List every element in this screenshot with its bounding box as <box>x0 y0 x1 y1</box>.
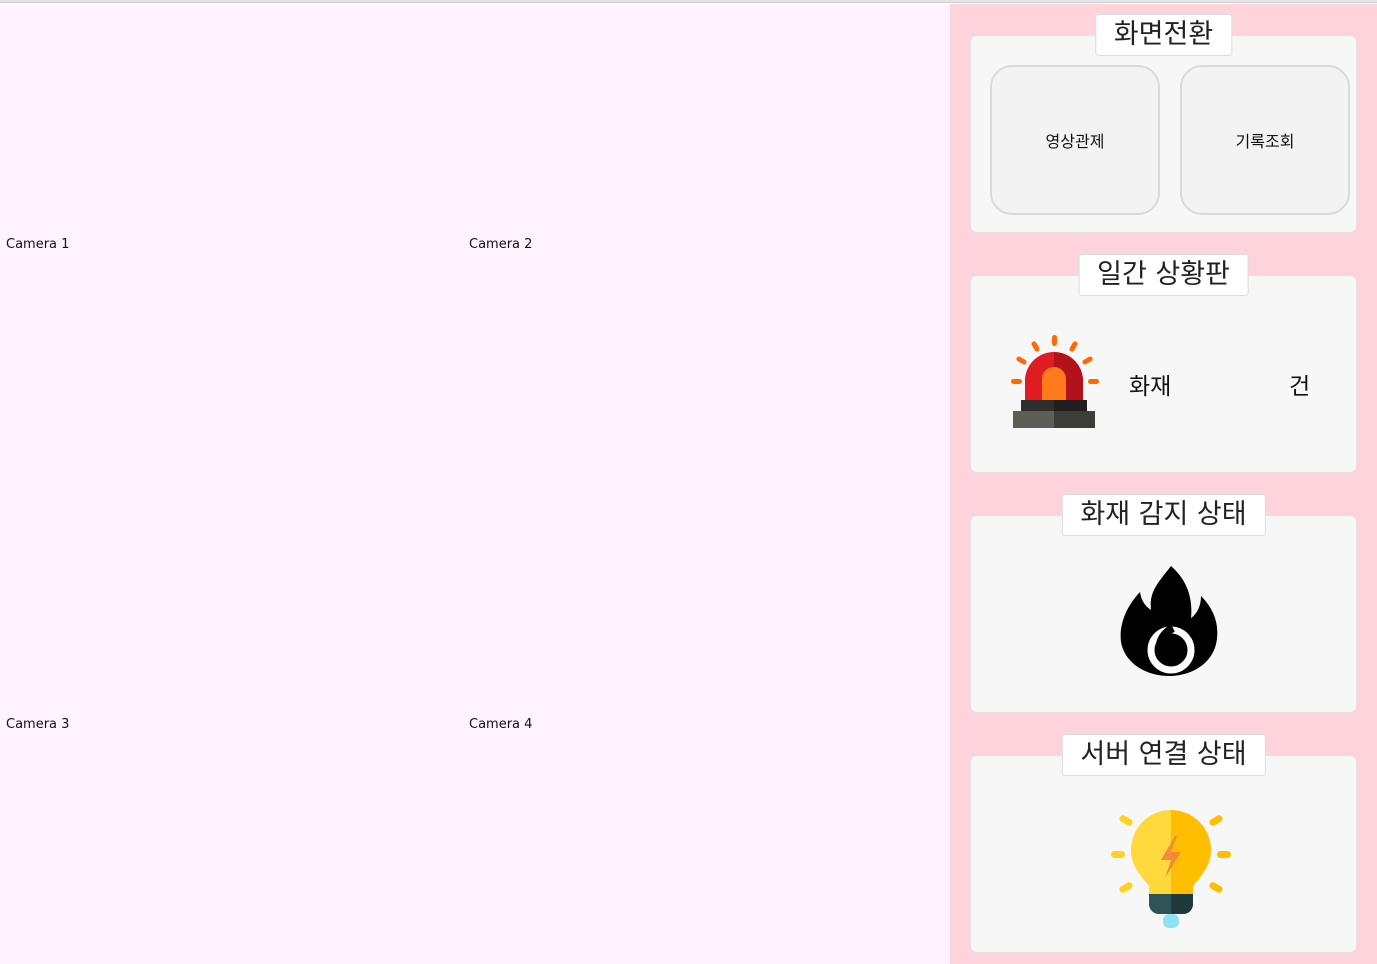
camera-4-label: Camera 4 <box>469 717 533 732</box>
fire-detection-title: 화재 감지 상태 <box>1061 494 1266 536</box>
siren-icon <box>1011 335 1099 428</box>
camera-2-label: Camera 2 <box>469 237 533 252</box>
sidebar: 화면전환 영상관제 기록조회 일간 상황판 화재 건 화재 감지 상태 서버 연… <box>950 4 1377 964</box>
server-connection-panel: 서버 연결 상태 <box>970 734 1357 953</box>
camera-grid: Camera 1 Camera 2 Camera 3 Camera 4 <box>0 4 950 964</box>
top-border <box>0 0 1377 3</box>
screen-switch-title: 화면전환 <box>1094 14 1233 56</box>
fire-category-label: 화재 <box>1129 374 1172 400</box>
lightbulb-icon <box>1111 810 1231 928</box>
camera-1-label: Camera 1 <box>6 237 70 252</box>
daily-status-title: 일간 상황판 <box>1078 254 1249 296</box>
video-monitoring-button[interactable]: 영상관제 <box>990 65 1160 215</box>
fire-count-unit: 건 <box>1289 374 1311 400</box>
fire-detection-panel: 화재 감지 상태 <box>970 494 1357 713</box>
record-lookup-button[interactable]: 기록조회 <box>1180 65 1350 215</box>
screen-switch-panel: 화면전환 영상관제 기록조회 <box>970 14 1357 233</box>
daily-status-panel: 일간 상황판 화재 건 <box>970 254 1357 473</box>
server-connection-title: 서버 연결 상태 <box>1061 734 1266 776</box>
camera-3-label: Camera 3 <box>6 717 70 732</box>
flame-icon <box>1120 566 1218 676</box>
